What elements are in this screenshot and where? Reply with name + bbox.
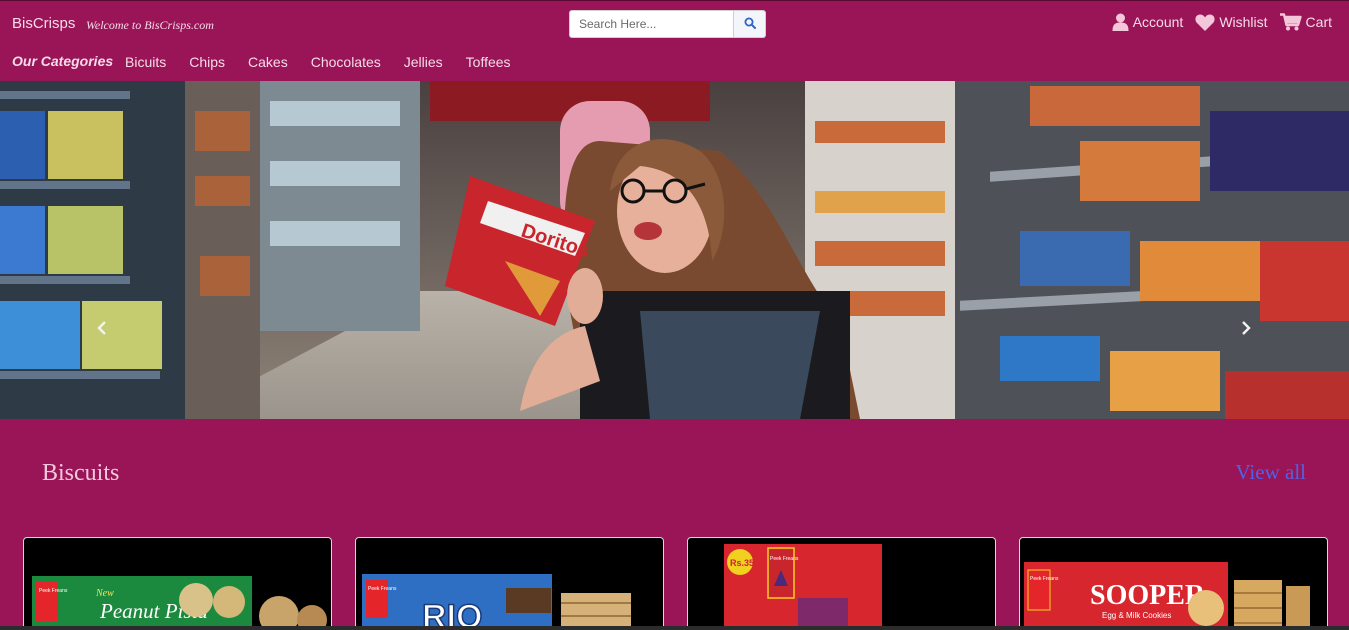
product-brand: Peek Freans: [770, 556, 799, 562]
category-item-chocolates[interactable]: Chocolates: [311, 54, 381, 70]
search-bar: [569, 10, 766, 38]
category-item-biscuits[interactable]: Bicuits: [125, 54, 166, 70]
product-brand: Peek Freans: [368, 586, 397, 592]
category-item-cakes[interactable]: Cakes: [248, 54, 288, 70]
chevron-right-icon: [1241, 320, 1251, 341]
account-link[interactable]: Account: [1112, 13, 1184, 31]
product-brand: Peek Freans: [39, 588, 68, 594]
product-card[interactable]: Peek Freans RIO: [355, 537, 664, 630]
brand-logo[interactable]: BisCrisps: [12, 15, 75, 32]
product-card[interactable]: Rs.35 Peek Freans: [687, 537, 996, 630]
carousel-next-button[interactable]: [1236, 318, 1256, 342]
product-image: Peek Freans RIO: [362, 574, 631, 630]
account-label: Account: [1132, 14, 1184, 30]
product-image: Peek Freans SOOPER Egg & Milk Cookies: [1024, 562, 1310, 630]
section-title: Biscuits: [42, 460, 120, 486]
wishlist-link[interactable]: Wishlist: [1195, 13, 1268, 31]
cart-link[interactable]: Cart: [1279, 13, 1332, 31]
horizontal-scrollbar[interactable]: [0, 626, 1349, 630]
hero-carousel: Doritos: [0, 81, 1349, 419]
chevron-left-icon: [97, 320, 107, 341]
product-subtitle: Egg & Milk Cookies: [1102, 611, 1171, 620]
search-icon: [744, 17, 756, 32]
category-bar: Our Categories Bicuits Chips Cakes Choco…: [0, 46, 1349, 80]
cart-icon: [1279, 13, 1302, 31]
carousel-prev-button[interactable]: [92, 318, 112, 342]
product-price-badge: Rs.35: [730, 558, 754, 568]
product-card[interactable]: Peek Freans SOOPER Egg & Milk Cookies: [1019, 537, 1328, 630]
heart-icon: [1195, 14, 1215, 31]
cart-label: Cart: [1305, 14, 1332, 30]
wishlist-label: Wishlist: [1219, 14, 1268, 30]
hero-image: Doritos: [0, 81, 1349, 419]
header-nav: Account Wishlist Cart: [1112, 13, 1332, 31]
product-grid: Peek Freans New Peanut Pista Peek Freans…: [23, 537, 1328, 630]
user-icon: [1112, 13, 1129, 31]
product-badge: New: [95, 588, 114, 599]
category-item-jellies[interactable]: Jellies: [404, 54, 443, 70]
product-image: Rs.35 Peek Freans: [724, 544, 882, 630]
category-list: Bicuits Chips Cakes Chocolates Jellies T…: [125, 54, 534, 70]
search-button[interactable]: [734, 10, 766, 38]
product-brand: Peek Freans: [1030, 576, 1059, 582]
category-item-toffees[interactable]: Toffees: [466, 54, 511, 70]
categories-title: Our Categories: [12, 53, 114, 69]
view-all-link[interactable]: View all: [1236, 460, 1306, 485]
product-image: Peek Freans New Peanut Pista: [32, 576, 327, 630]
product-card[interactable]: Peek Freans New Peanut Pista: [23, 537, 332, 630]
top-navbar: BisCrisps Welcome to BisCrisps.com Accou…: [0, 0, 1349, 46]
category-item-chips[interactable]: Chips: [189, 54, 225, 70]
tagline: Welcome to BisCrisps.com: [86, 18, 214, 32]
search-input[interactable]: [569, 10, 734, 38]
